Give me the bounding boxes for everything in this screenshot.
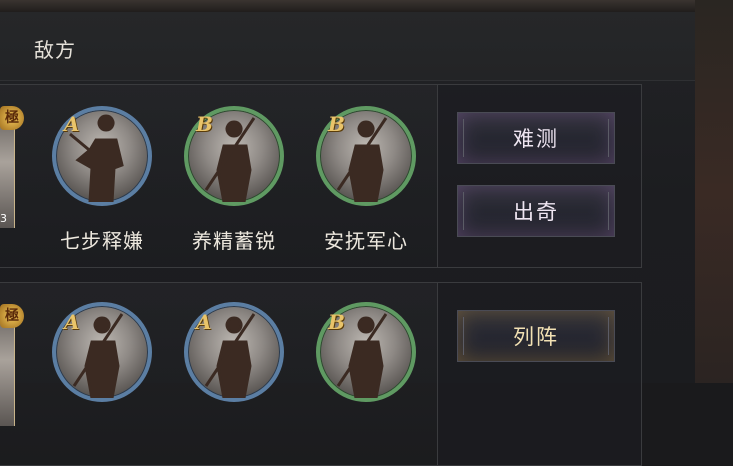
skill-grade: B bbox=[328, 310, 345, 334]
rarity-badge-icon: 極 bbox=[0, 304, 24, 328]
background-scene bbox=[695, 0, 733, 383]
tactic-button-liezhen[interactable]: 列阵 bbox=[457, 310, 615, 362]
tactic-button-chuqi[interactable]: 出奇 bbox=[457, 185, 615, 237]
skill-name: 养精蓄锐 bbox=[192, 229, 276, 253]
general-card-2[interactable] bbox=[0, 316, 15, 426]
tactic-button-nance[interactable]: 难测 bbox=[457, 112, 615, 164]
skill-name: 安抚军心 bbox=[324, 229, 408, 253]
rarity-badge-icon: 極 bbox=[0, 106, 24, 130]
skill-name: 七步释嫌 bbox=[60, 229, 144, 253]
skill-grade: B bbox=[328, 112, 345, 136]
general-level: 3 bbox=[0, 212, 7, 225]
skill-grade: B bbox=[196, 112, 213, 136]
section-title: 敌方 bbox=[34, 38, 76, 62]
skill-grade: A bbox=[196, 310, 212, 334]
header-strip bbox=[0, 12, 695, 81]
skill-grade: A bbox=[64, 112, 80, 136]
skill-grade: A bbox=[64, 310, 80, 334]
